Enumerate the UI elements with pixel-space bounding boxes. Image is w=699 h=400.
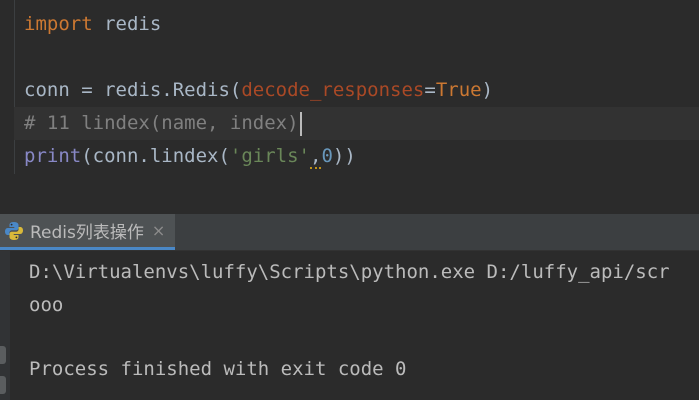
builtin-print: print	[24, 145, 82, 167]
comma-warning: ,	[310, 145, 322, 169]
panel-gap	[0, 174, 699, 214]
python-icon	[5, 221, 23, 240]
console-gutter	[0, 251, 10, 400]
code-line-print[interactable]: print(conn.lindex('girls',0))	[24, 140, 356, 173]
text-caret	[299, 111, 302, 136]
string-girls: 'girls'	[229, 145, 310, 167]
param-decode-responses: decode_responses	[241, 79, 425, 101]
gutter-handle[interactable]	[0, 376, 6, 394]
keyword-import: import	[24, 13, 93, 35]
conn-assignment: conn = redis.Redis(	[24, 79, 242, 101]
code-editor[interactable]: import redis conn = redis.Redis(decode_r…	[0, 0, 699, 174]
run-console[interactable]: D:\Virtualenvs\luffy\Scripts\python.exe …	[0, 251, 699, 400]
code-line-comment[interactable]: # 11 lindex(name, index)	[14, 107, 699, 140]
run-tab-label: Redis列表操作	[30, 223, 144, 243]
import-module: redis	[92, 13, 162, 35]
code-line-import[interactable]: import redis	[24, 8, 161, 41]
run-tool-window-header: Redis列表操作 ×	[0, 214, 699, 251]
console-line-exit: Process finished with exit code 0	[29, 358, 407, 380]
comment-text: # 11 lindex(name, index)	[24, 112, 299, 134]
lindex-call: (conn.lindex(	[81, 145, 230, 167]
run-tab-redis[interactable]: Redis列表操作 ×	[0, 214, 176, 250]
close-paren: )	[481, 79, 494, 101]
close-parens: ))	[332, 145, 356, 167]
console-line-output: ooo	[29, 294, 64, 316]
value-true: True	[435, 79, 482, 101]
number-zero: 0	[321, 145, 333, 167]
console-line-command: D:\Virtualenvs\luffy\Scripts\python.exe …	[29, 261, 670, 283]
code-line-conn[interactable]: conn = redis.Redis(decode_responses=True…	[24, 74, 493, 107]
editor-gutter-border	[14, 0, 15, 174]
gutter-handle[interactable]	[0, 346, 6, 364]
equals-sign: =	[424, 79, 436, 101]
close-icon[interactable]: ×	[152, 221, 165, 240]
